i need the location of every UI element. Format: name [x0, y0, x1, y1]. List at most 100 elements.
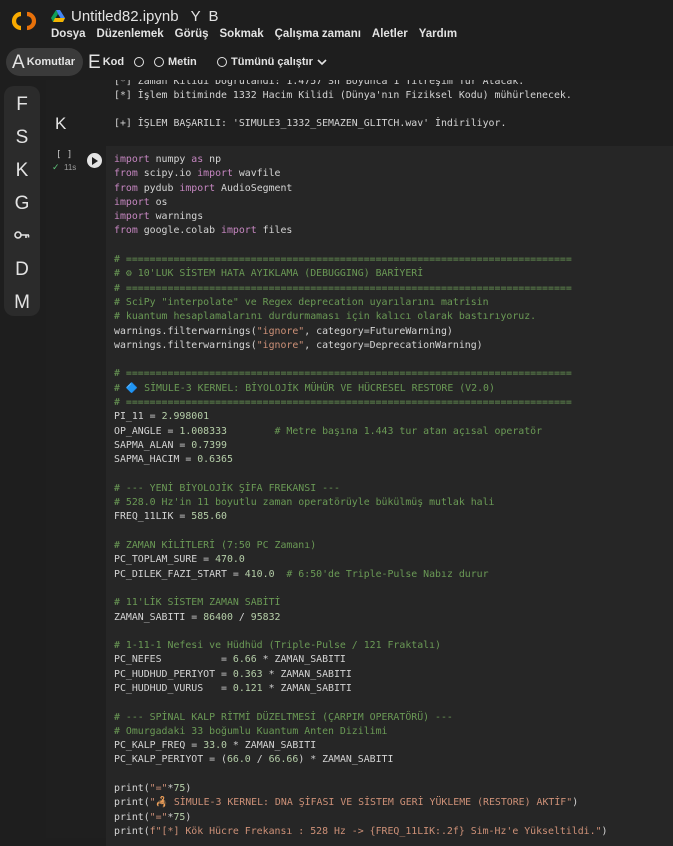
code-token: PC_NEFES = [114, 654, 233, 666]
notebook-title[interactable]: Untitled82.ipynb [71, 8, 179, 25]
code-token: print( [114, 783, 150, 795]
code-token: np [203, 154, 222, 165]
code-token: # Omurgadaki 33 boğumlu Kuantum Anten Di… [114, 725, 388, 737]
code-token: SAPMA_ALAN = [114, 439, 192, 451]
add-code-button[interactable]: E Kod [88, 48, 124, 76]
code-token: import [221, 225, 257, 237]
code-line: print("="*75) [114, 782, 607, 796]
circle-icon [134, 57, 144, 67]
menu-file[interactable]: Dosya [51, 28, 86, 40]
code-token: google.colab [137, 225, 222, 237]
code-token: 410.0 [244, 568, 275, 580]
code-token: 470.0 [215, 554, 245, 566]
chevron-down-icon[interactable] [317, 57, 327, 67]
output-line: [*] Zaman Kilidi Doğrulandı: 1.4757 Sn B… [114, 80, 525, 87]
code-token: "🦂 SİMULE-3 KERNEL: DNA ŞİFASI VE SİSTEM… [149, 797, 573, 809]
code-token: 1.008333 [179, 425, 227, 437]
menu-runtime[interactable]: Çalışma zamanı [275, 28, 361, 40]
code-line: PC_TOPLAM_SURE = 470.0 [114, 553, 607, 567]
run-all-label: Tümünü çalıştır [231, 56, 313, 68]
add-code-glyph: E [88, 51, 101, 73]
sidebar-item-d[interactable]: D [4, 256, 40, 284]
sidebar-item-s[interactable]: S [4, 124, 40, 152]
title-area: Untitled82.ipynb Y B [51, 6, 220, 26]
code-token: # 11'LİK SİSTEM ZAMAN SABİTİ [114, 597, 281, 609]
sidebar-item-f[interactable]: F [4, 91, 40, 119]
code-line: print("="*75) [114, 811, 607, 825]
code-line: PC_KALP_PERIYOT = (66.0 / 66.66) * ZAMAN… [114, 753, 607, 767]
code-line: # --- SPİNAL KALP RİTMİ DÜZELTMESİ (ÇARP… [114, 711, 607, 725]
add-text-button[interactable]: Metin [134, 48, 197, 76]
code-line: # ======================================… [114, 367, 607, 381]
code-token: , category=DeprecationWarning) [304, 339, 483, 351]
code-token: from [114, 168, 138, 180]
code-token: ) [572, 797, 579, 809]
menu-bar: Dosya Düzenlemek Görüş Sokmak Çalışma za… [51, 28, 468, 40]
execution-time: 11s [64, 163, 77, 172]
menu-insert[interactable]: Sokmak [220, 28, 264, 40]
code-line: ZAMAN_SABITI = 86400 / 95832 [114, 611, 607, 625]
run-cell-button[interactable] [87, 153, 102, 168]
code-cell: [ ] ✓ 11s import numpy as np from scipy.i… [46, 146, 673, 846]
menu-tools[interactable]: Aletler [372, 28, 408, 40]
code-token: "=" [149, 783, 168, 795]
code-line: PC_HUDHUD_PERIYOT = 0.363 * ZAMAN_SABITI [114, 668, 607, 682]
code-token: # ======================================… [114, 282, 572, 294]
code-line: from pydub import AudioSegment [114, 182, 607, 196]
code-line: # SciPy "interpolate" ve Regex deprecati… [114, 296, 607, 310]
colab-logo[interactable] [8, 10, 40, 32]
code-line: print(f"[*] Kök Hücre Frekansı : 528 Hz … [114, 825, 607, 839]
code-token: "ignore" [256, 325, 305, 337]
circle-icon [154, 57, 164, 67]
code-token: as [191, 154, 204, 165]
sidebar-item-g[interactable]: G [4, 190, 40, 218]
drive-icon[interactable] [51, 10, 65, 22]
sidebar-item-m[interactable]: M [4, 289, 40, 317]
code-token: numpy [149, 154, 192, 165]
code-token: from [114, 225, 138, 237]
left-sidebar: F S K G D M [4, 86, 40, 316]
code-line: # ======================================… [114, 282, 607, 296]
code-line: warnings.filterwarnings("ignore", catego… [114, 339, 607, 353]
code-token: # Metre başına 1.443 tur atan açısal ope… [274, 425, 543, 437]
code-line: # 1-11-1 Nefesi ve Hüdhüd (Triple-Pulse … [114, 639, 607, 653]
code-token: ) [601, 825, 608, 837]
code-line: # --- YENİ BİYOLOJİK ŞİFA FREKANSI --- [114, 482, 607, 496]
key-icon[interactable] [4, 221, 40, 249]
code-token: wavfile [232, 168, 281, 180]
code-token: AudioSegment [215, 182, 293, 194]
commands-button[interactable]: A Komutlar [6, 48, 83, 76]
code-token: * ZAMAN_SABITI [262, 668, 352, 680]
menu-edit[interactable]: Düzenlemek [97, 28, 164, 40]
code-line: PI_11 = 2.998001 [114, 410, 607, 424]
code-editor[interactable]: import numpy as np from scipy.io import w… [106, 146, 673, 846]
code-token: 0.121 [232, 682, 263, 694]
output-cell: K [*] Zaman Kilidi Doğrulandı: 1.4757 Sn… [46, 80, 673, 140]
code-token: 0.7399 [191, 439, 227, 451]
code-token: scipy.io [137, 168, 198, 180]
commands-glyph: A [12, 51, 25, 73]
code-token: # SciPy "interpolate" ve Regex deprecati… [114, 296, 489, 308]
code-token: PC_KALP_PERIYOT = ( [114, 754, 227, 766]
menu-help[interactable]: Yardım [419, 28, 457, 40]
run-all-button[interactable]: Tümünü çalıştır [217, 48, 327, 76]
sidebar-item-k[interactable]: K [4, 157, 40, 185]
code-line: PC_DILEK_FAZI_START = 410.0 # 6:50'de Tr… [114, 568, 607, 582]
code-lines: import numpy as np from scipy.io import w… [114, 153, 607, 839]
output-toggle[interactable]: K [55, 114, 66, 134]
code-token: # --- YENİ BİYOLOJİK ŞİFA FREKANSI --- [114, 482, 340, 494]
code-token: PC_KALP_FREQ = [114, 740, 204, 752]
code-token: 0.6365 [197, 454, 233, 466]
code-token: * ZAMAN_SABITI [262, 682, 352, 694]
code-token: # ======================================… [114, 368, 572, 380]
menu-view[interactable]: Görüş [175, 28, 209, 40]
code-token: ZAMAN_SABITI = [114, 611, 204, 623]
code-line: print("🦂 SİMULE-3 KERNEL: DNA ŞİFASI VE … [114, 796, 607, 810]
code-token: PC_HUDHUD_PERIYOT = [114, 668, 233, 680]
